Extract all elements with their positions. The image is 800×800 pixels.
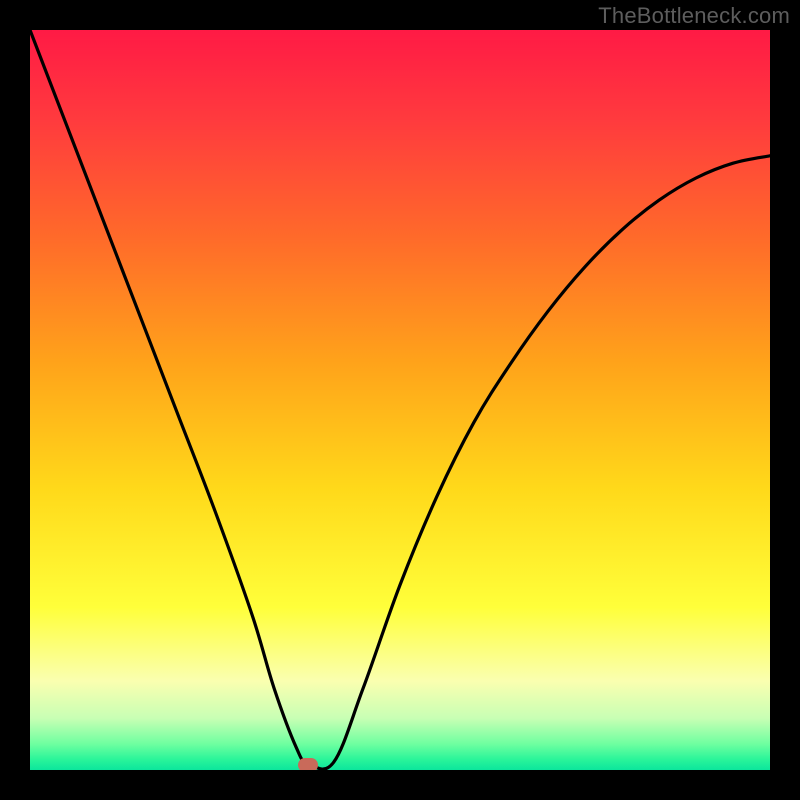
watermark-text: TheBottleneck.com [598,3,790,29]
bottleneck-curve [30,30,770,770]
optimum-marker [298,758,318,770]
plot-area [30,30,770,770]
chart-frame: TheBottleneck.com [0,0,800,800]
